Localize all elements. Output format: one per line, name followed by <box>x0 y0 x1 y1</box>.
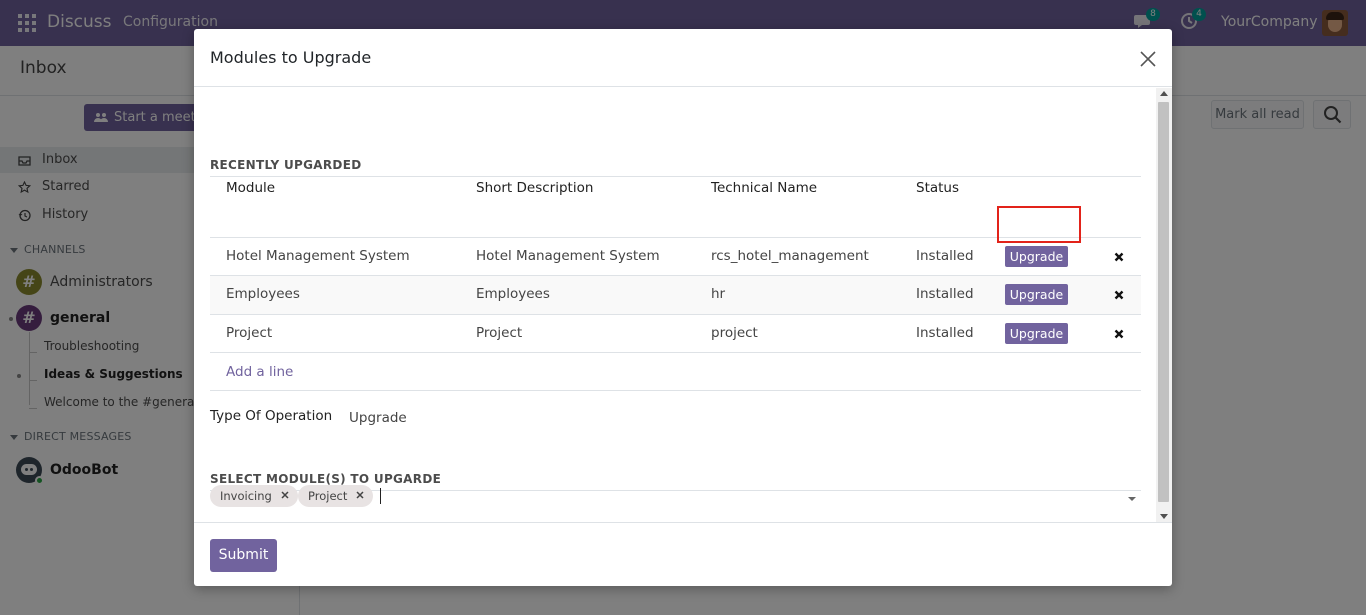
tag-label: Project <box>308 489 348 503</box>
cell-description[interactable]: Hotel Management System <box>476 248 660 264</box>
cell-technical-name[interactable]: hr <box>711 286 725 302</box>
table-row-bg <box>210 276 1141 314</box>
modal-header: Modules to Upgrade <box>194 29 1172 87</box>
column-header-module[interactable]: Module <box>226 180 275 196</box>
delete-row-icon[interactable] <box>1114 328 1124 339</box>
cell-module[interactable]: Employees <box>226 286 300 302</box>
cell-status[interactable]: Installed <box>916 248 974 264</box>
select-modules-title: SELECT MODULE(S) TO UPGARDE <box>210 472 442 486</box>
remove-tag-icon[interactable] <box>356 491 364 499</box>
type-of-operation-label: Type Of Operation <box>210 408 333 424</box>
modal-footer: Submit <box>194 522 1172 586</box>
modal-title: Modules to Upgrade <box>210 48 372 67</box>
cell-module[interactable]: Project <box>226 325 272 341</box>
row-divider <box>210 352 1141 353</box>
modal-body: RECENTLY UPGARDED Module Short Descripti… <box>194 88 1172 522</box>
cell-technical-name[interactable]: rcs_hotel_management <box>711 248 869 264</box>
module-tag-project: Project <box>298 485 374 507</box>
column-header-status[interactable]: Status <box>916 180 959 196</box>
row-divider <box>210 390 1141 391</box>
dropdown-caret-icon[interactable] <box>1128 497 1136 501</box>
scroll-down-icon[interactable] <box>1160 514 1168 519</box>
cell-module[interactable]: Hotel Management System <box>226 248 410 264</box>
remove-tag-icon[interactable] <box>281 491 289 499</box>
close-icon[interactable] <box>1138 49 1158 69</box>
row-divider <box>210 314 1141 315</box>
modules-upgrade-dialog: Modules to Upgrade RECENTLY UPGARDED Mod… <box>194 29 1172 586</box>
tag-label: Invoicing <box>220 489 272 503</box>
upgrade-button[interactable]: Upgrade <box>1005 284 1068 305</box>
submit-button[interactable]: Submit <box>210 539 277 572</box>
type-of-operation-field[interactable]: Upgrade <box>349 410 407 426</box>
upgrade-button[interactable]: Upgrade <box>1005 246 1068 267</box>
cell-description[interactable]: Employees <box>476 286 550 302</box>
module-tag-invoicing: Invoicing <box>210 485 298 507</box>
scroll-thumb[interactable] <box>1158 102 1169 502</box>
upgrade-button[interactable]: Upgrade <box>1005 323 1068 344</box>
cell-technical-name[interactable]: project <box>711 325 758 341</box>
column-header-description[interactable]: Short Description <box>476 180 593 196</box>
cell-description[interactable]: Project <box>476 325 522 341</box>
recently-upgraded-title: RECENTLY UPGARDED <box>210 158 362 172</box>
column-header-technical-name[interactable]: Technical Name <box>711 180 817 196</box>
module-select-input[interactable] <box>380 488 381 504</box>
modal-scrollbar[interactable] <box>1156 88 1172 522</box>
highlight-annotation <box>997 206 1081 243</box>
delete-row-icon[interactable] <box>1114 289 1124 300</box>
add-a-line-link[interactable]: Add a line <box>226 364 293 380</box>
section-divider <box>210 176 1141 177</box>
delete-row-icon[interactable] <box>1114 251 1124 262</box>
cell-status[interactable]: Installed <box>916 325 974 341</box>
scroll-up-icon[interactable] <box>1160 91 1168 96</box>
cell-status[interactable]: Installed <box>916 286 974 302</box>
